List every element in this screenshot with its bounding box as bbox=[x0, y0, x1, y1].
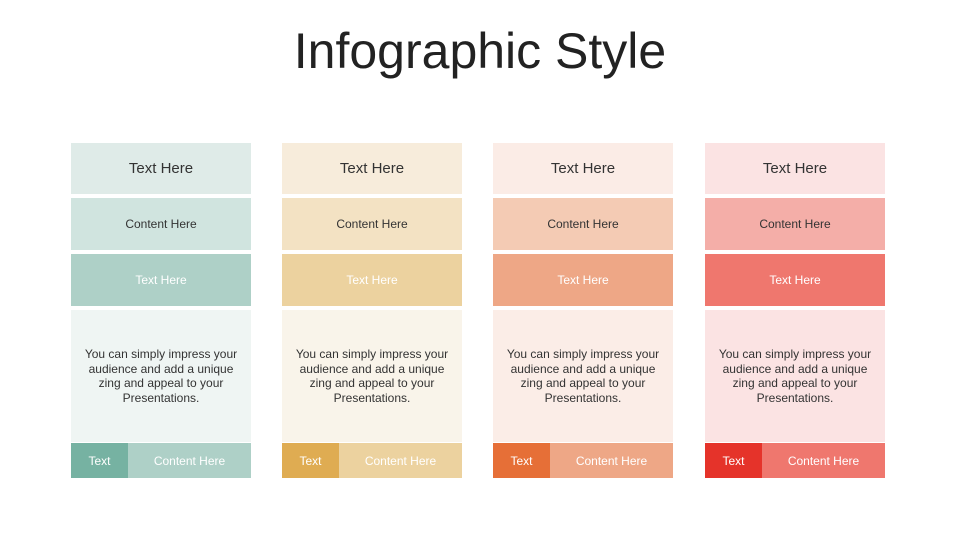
column-subheading: Text Here bbox=[71, 254, 251, 306]
column-subheading: Text Here bbox=[282, 254, 462, 306]
column-subheading: Text Here bbox=[493, 254, 673, 306]
column-footer: Text Content Here bbox=[282, 443, 462, 478]
footer-label: Content Here bbox=[762, 443, 885, 478]
slide-title: Infographic Style bbox=[293, 23, 667, 79]
footer-tab: Text bbox=[493, 443, 550, 478]
footer-label: Content Here bbox=[128, 443, 251, 478]
column-footer: Text Content Here bbox=[71, 443, 251, 478]
column-heading: Text Here bbox=[705, 143, 885, 194]
column-footer: Text Content Here bbox=[705, 443, 885, 478]
column-heading: Text Here bbox=[493, 143, 673, 194]
column-heading: Text Here bbox=[282, 143, 462, 194]
column-subheading: Text Here bbox=[705, 254, 885, 306]
column-body: You can simply impress your audience and… bbox=[705, 310, 885, 442]
column-footer: Text Content Here bbox=[493, 443, 673, 478]
column-content: Content Here bbox=[493, 198, 673, 250]
column-heading: Text Here bbox=[71, 143, 251, 194]
column-content: Content Here bbox=[282, 198, 462, 250]
footer-tab: Text bbox=[705, 443, 762, 478]
column-body: You can simply impress your audience and… bbox=[493, 310, 673, 442]
column-body: You can simply impress your audience and… bbox=[282, 310, 462, 442]
footer-tab: Text bbox=[71, 443, 128, 478]
column-content: Content Here bbox=[705, 198, 885, 250]
column-content: Content Here bbox=[71, 198, 251, 250]
footer-label: Content Here bbox=[550, 443, 673, 478]
footer-tab: Text bbox=[282, 443, 339, 478]
footer-label: Content Here bbox=[339, 443, 462, 478]
column-body: You can simply impress your audience and… bbox=[71, 310, 251, 442]
